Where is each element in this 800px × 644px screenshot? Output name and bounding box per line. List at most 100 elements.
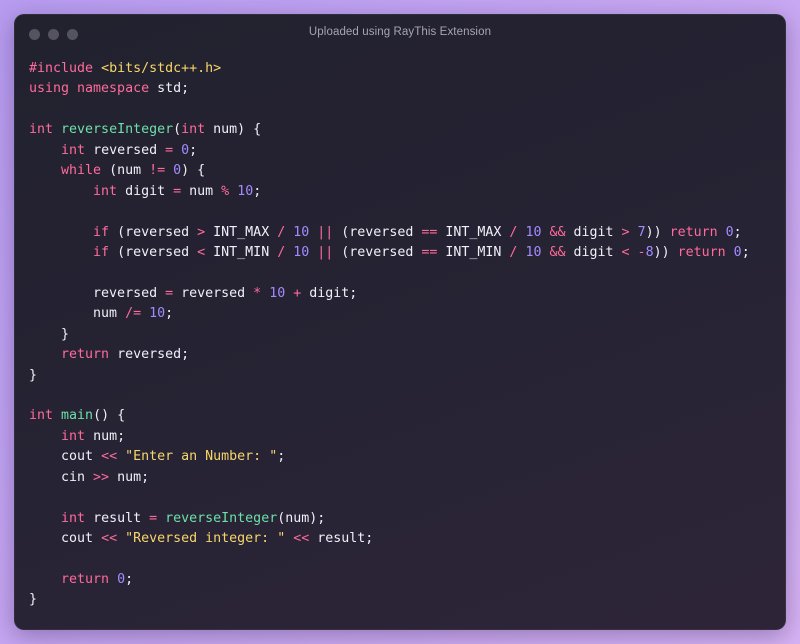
code-token: % [221, 183, 238, 199]
code-token: = [165, 285, 182, 301]
code-token: reverseInteger [165, 510, 278, 526]
code-token: reversed; [117, 347, 190, 363]
code-line: int main() { [29, 406, 776, 426]
code-token: num) { [213, 122, 262, 138]
code-token: (reversed [117, 224, 198, 240]
code-token: while [61, 163, 110, 179]
code-token: 0 [725, 224, 734, 240]
code-token: = [165, 142, 182, 158]
code-token: } [29, 367, 38, 383]
code-token: )) [645, 224, 670, 240]
code-token: ; [741, 244, 750, 260]
code-token: )) [653, 244, 678, 260]
code-token: <bits/stdc++.h> [101, 61, 222, 76]
code-line: return 0; [29, 570, 776, 590]
window-titlebar: Uploaded using RayThis Extension [14, 14, 786, 54]
code-line: if (reversed > INT_MAX / 10 || (reversed… [29, 223, 776, 243]
code-token: int [29, 122, 62, 138]
code-token: 10 [237, 183, 254, 199]
code-token: / [509, 224, 526, 240]
code-block: #include <bits/stdc++.h> using namespace … [29, 59, 776, 611]
code-token: INT_MIN [445, 244, 510, 260]
code-line: int reverseInteger(int num) { [29, 120, 776, 140]
code-token: + [293, 285, 310, 301]
code-token: INT_MIN [213, 244, 278, 260]
code-token: > [197, 224, 214, 240]
code-token: ; [189, 142, 198, 158]
code-token: digit [573, 224, 622, 240]
code-token: if [93, 224, 118, 240]
code-token: main [61, 408, 94, 424]
code-token: || [317, 224, 342, 240]
code-token: (num); [277, 510, 326, 526]
code-token: != [149, 163, 174, 179]
code-token: || [317, 244, 342, 260]
code-token: return [61, 571, 118, 587]
code-line: cout << "Reversed integer: " << result; [29, 529, 776, 549]
code-token: int [29, 408, 62, 424]
code-token: == [421, 224, 446, 240]
code-token: 0 [117, 571, 126, 587]
code-line: return reversed; [29, 345, 776, 365]
code-token: digit [125, 183, 174, 199]
code-token: << [293, 531, 318, 547]
code-token: INT_MAX [213, 224, 278, 240]
code-window: Uploaded using RayThis Extension #includ… [14, 14, 786, 630]
code-line: while (num != 0) { [29, 161, 776, 181]
code-token: INT_MAX [445, 224, 510, 240]
code-token: return [677, 244, 734, 260]
code-token: int [93, 183, 126, 199]
code-token: < - [621, 244, 646, 260]
code-line: int reversed = 0; [29, 141, 776, 161]
code-token: if [93, 244, 118, 260]
code-token: == [421, 244, 446, 260]
code-token: 10 [149, 306, 166, 322]
code-line: cout << "Enter an Number: "; [29, 447, 776, 467]
code-token: reversed [29, 285, 166, 301]
code-token: num; [117, 469, 150, 485]
code-token: using namespace [29, 81, 158, 97]
code-line: #include <bits/stdc++.h> [29, 59, 776, 79]
code-line: } [29, 325, 776, 345]
code-token: num [189, 183, 222, 199]
code-token: reverseInteger [61, 122, 174, 138]
code-line: reversed = reversed * 10 + digit; [29, 284, 776, 304]
code-token: ; [277, 449, 286, 465]
code-token: << [101, 531, 126, 547]
code-token: int [61, 428, 94, 444]
code-token: < [197, 244, 214, 260]
code-token: /= [125, 306, 150, 322]
code-token: int [61, 510, 94, 526]
code-token: } [29, 326, 70, 342]
code-token: ; [165, 306, 174, 322]
code-token: / [277, 244, 294, 260]
code-token: result [93, 510, 150, 526]
code-token: && [549, 244, 574, 260]
code-token: "Enter an Number: " [125, 449, 278, 465]
code-token: 0 [173, 163, 182, 179]
code-token: return [669, 224, 726, 240]
code-line: int result = reverseInteger(num); [29, 509, 776, 529]
code-token: * [253, 285, 270, 301]
code-token: digit [573, 244, 622, 260]
code-token: reversed [181, 285, 254, 301]
code-token: ; [125, 571, 134, 587]
code-token: 10 [269, 285, 294, 301]
code-token: result; [317, 531, 374, 547]
code-line: num /= 10; [29, 304, 776, 324]
code-token: 10 [525, 244, 550, 260]
code-token: digit; [309, 285, 358, 301]
code-token: reversed [93, 142, 166, 158]
code-token: = [149, 510, 166, 526]
code-token: } [29, 592, 38, 608]
code-token: return [61, 347, 118, 363]
code-token: () { [93, 408, 126, 424]
code-token: 0 [733, 244, 742, 260]
code-token: #include [29, 61, 102, 76]
